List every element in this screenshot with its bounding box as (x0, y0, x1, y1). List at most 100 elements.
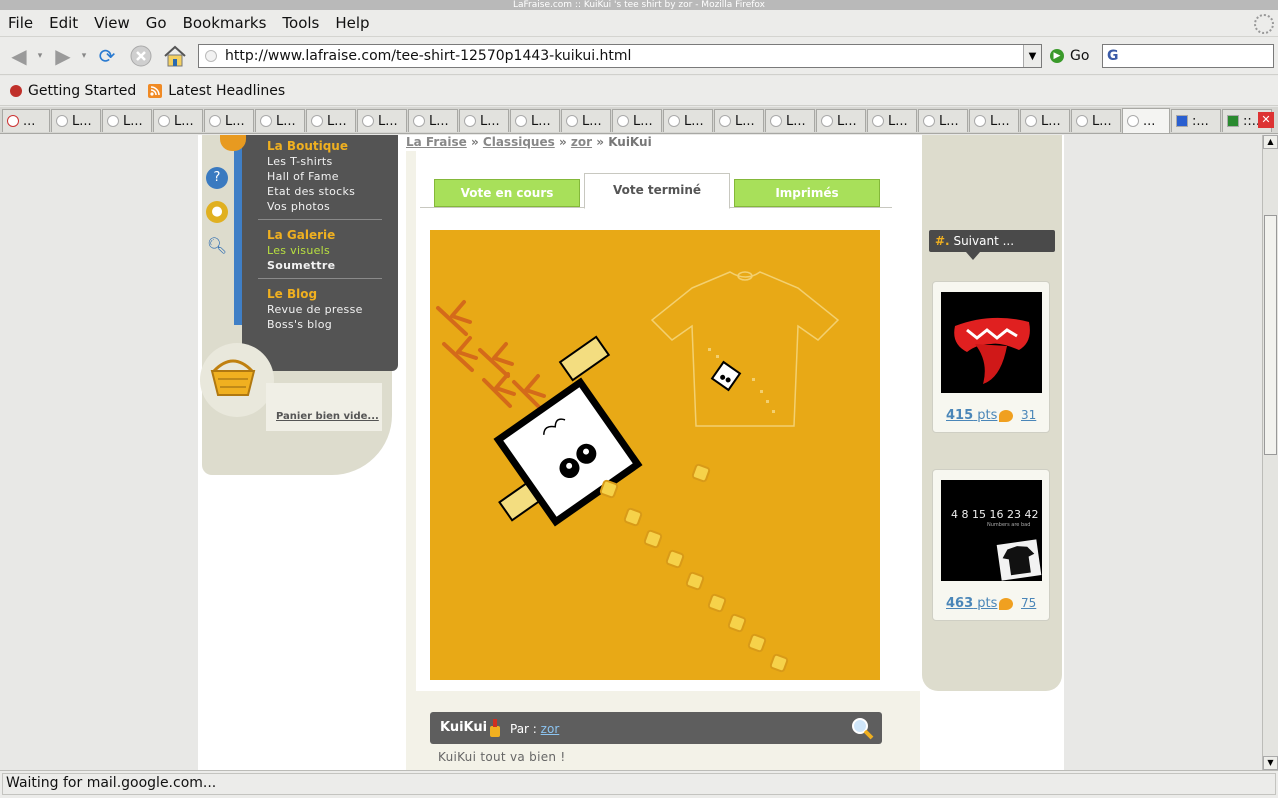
google-search-icon: G (1107, 48, 1119, 64)
sidebar-item-visuels[interactable]: Les visuels (267, 244, 330, 257)
tab-label: L... (633, 113, 653, 129)
tab-vote-en-cours[interactable]: Vote en cours (434, 179, 580, 207)
menu-help[interactable]: Help (327, 10, 377, 37)
browser-tab[interactable]: L... (969, 109, 1019, 132)
design-artwork[interactable] (430, 230, 880, 680)
sidebar-item-stocks[interactable]: Etat des stocks (267, 185, 355, 198)
home-icon[interactable] (162, 43, 188, 69)
search-icon[interactable]: 🔍︎ (206, 235, 228, 257)
zoom-icon[interactable] (850, 716, 874, 744)
url-text: http://www.lafraise.com/tee-shirt-12570p… (225, 48, 632, 64)
breadcrumb: La Fraise » Classiques » zor » KuiKui (406, 135, 652, 149)
bookmark-label: Getting Started (28, 82, 137, 99)
browser-tab[interactable]: L... (459, 109, 509, 132)
breadcrumb-zor[interactable]: zor (571, 135, 592, 149)
points-link[interactable]: 415 pts (946, 408, 997, 423)
browser-tab[interactable]: L... (357, 109, 407, 132)
browser-tab[interactable]: L... (714, 109, 764, 132)
tab-bar: ... L... L... L... L... L... L... L... L... L... L… (0, 107, 1278, 134)
points-unit: pts (977, 596, 998, 611)
url-history-dropdown-icon[interactable]: ▼ (1023, 45, 1041, 67)
browser-tab[interactable]: L... (867, 109, 917, 132)
scroll-down-icon[interactable]: ▼ (1263, 756, 1278, 770)
scroll-up-icon[interactable]: ▲ (1263, 135, 1278, 149)
cart-link[interactable]: Panier bien vide... (276, 411, 379, 422)
browser-tab[interactable]: L... (408, 109, 458, 132)
sidebar-heading-galerie[interactable]: La Galerie (267, 228, 335, 242)
tab-label: L... (684, 113, 704, 129)
back-dropdown-icon[interactable]: ▾ (34, 43, 46, 69)
browser-tab[interactable]: L... (561, 109, 611, 132)
tab-label: L... (582, 113, 602, 129)
sidebar-heading-blog[interactable]: Le Blog (267, 287, 317, 301)
browser-tab[interactable]: L... (51, 109, 101, 132)
tab-label: :... (1192, 113, 1209, 129)
browser-tab[interactable]: L... (765, 109, 815, 132)
browser-tab[interactable]: L... (153, 109, 203, 132)
sidebar-item-photos[interactable]: Vos photos (267, 200, 330, 213)
browser-tab[interactable]: L... (663, 109, 713, 132)
menu-file[interactable]: File (0, 10, 41, 37)
design-title: KuiKui (440, 720, 488, 735)
browser-tab[interactable]: L... (255, 109, 305, 132)
breadcrumb-lafraise[interactable]: La Fraise (406, 135, 467, 149)
page-scrollbar[interactable]: ▲ ▼ (1262, 135, 1278, 770)
menu-tools[interactable]: Tools (274, 10, 327, 37)
design-thumbnail[interactable]: 4 8 15 16 23 42 Numbers are bad (941, 480, 1042, 581)
daisy-icon (821, 115, 833, 127)
menu-edit[interactable]: Edit (41, 10, 86, 37)
browser-tab[interactable]: ... (1122, 108, 1170, 133)
breadcrumb-classiques[interactable]: Classiques (483, 135, 555, 149)
comment-count-link[interactable]: 75 (1021, 596, 1036, 610)
browser-tab[interactable]: L... (612, 109, 662, 132)
back-icon[interactable]: ◀ (6, 43, 32, 69)
browser-tab[interactable]: L... (1071, 109, 1121, 132)
sidebar-heading-boutique[interactable]: La Boutique (267, 139, 348, 153)
browser-tab[interactable]: L... (918, 109, 968, 132)
points-link[interactable]: 463 pts (946, 596, 997, 611)
browser-tab[interactable]: L... (306, 109, 356, 132)
browser-tab[interactable]: L... (816, 109, 866, 132)
browser-tab[interactable]: L... (510, 109, 560, 132)
stop-icon[interactable] (128, 43, 154, 69)
browser-tab[interactable]: L... (1020, 109, 1070, 132)
sidebar-item-hall-of-fame[interactable]: Hall of Fame (267, 170, 339, 183)
scroll-thumb[interactable] (1264, 215, 1277, 455)
suivant-header[interactable]: #. Suivant ... (929, 230, 1055, 252)
forward-icon[interactable]: ▶ (50, 43, 76, 69)
design-thumbnail[interactable] (941, 292, 1042, 393)
tab-imprimes[interactable]: Imprimés (734, 179, 880, 207)
close-tab-icon[interactable]: ✕ (1258, 112, 1274, 128)
sidebar-item-boss-blog[interactable]: Boss's blog (267, 318, 332, 331)
tab-label: L... (225, 113, 245, 129)
daisy-icon (260, 115, 272, 127)
bookmark-getting-started[interactable]: Getting Started (8, 83, 136, 99)
go-button[interactable]: ▶ Go (1050, 46, 1089, 66)
bookmark-latest-headlines[interactable]: Latest Headlines (148, 83, 285, 99)
menu-view[interactable]: View (86, 10, 138, 37)
browser-tab[interactable]: L... (102, 109, 152, 132)
url-bar[interactable]: http://www.lafraise.com/tee-shirt-12570p… (198, 44, 1042, 68)
coins-icon[interactable]: ● (206, 201, 228, 223)
help-icon[interactable]: ? (206, 167, 228, 189)
browser-tab[interactable]: ... (2, 109, 50, 132)
next-design-card[interactable]: 4 8 15 16 23 42 Numbers are bad 463 pts … (932, 469, 1050, 621)
sidebar-item-soumettre[interactable]: Soumettre (267, 259, 335, 272)
reload-icon[interactable]: ⟳ (94, 43, 120, 69)
tab-label: L... (786, 113, 806, 129)
tab-label: L... (888, 113, 908, 129)
sidebar-item-revue[interactable]: Revue de presse (267, 303, 363, 316)
forward-dropdown-icon[interactable]: ▾ (78, 43, 90, 69)
search-input[interactable]: G (1102, 44, 1274, 68)
author-link[interactable]: zor (541, 722, 560, 736)
menu-bookmarks[interactable]: Bookmarks (175, 10, 275, 37)
tab-vote-termine[interactable]: Vote terminé (584, 173, 730, 209)
menu-go[interactable]: Go (138, 10, 175, 37)
comment-count-link[interactable]: 31 (1021, 408, 1036, 422)
browser-tab[interactable]: :... (1171, 109, 1221, 132)
browser-tab[interactable]: L... (204, 109, 254, 132)
sidebar-item-tshirts[interactable]: Les T-shirts (267, 155, 333, 168)
basket-icon[interactable] (208, 353, 258, 403)
daisy-icon (1076, 115, 1088, 127)
next-design-card[interactable]: 415 pts 31 (932, 281, 1050, 433)
